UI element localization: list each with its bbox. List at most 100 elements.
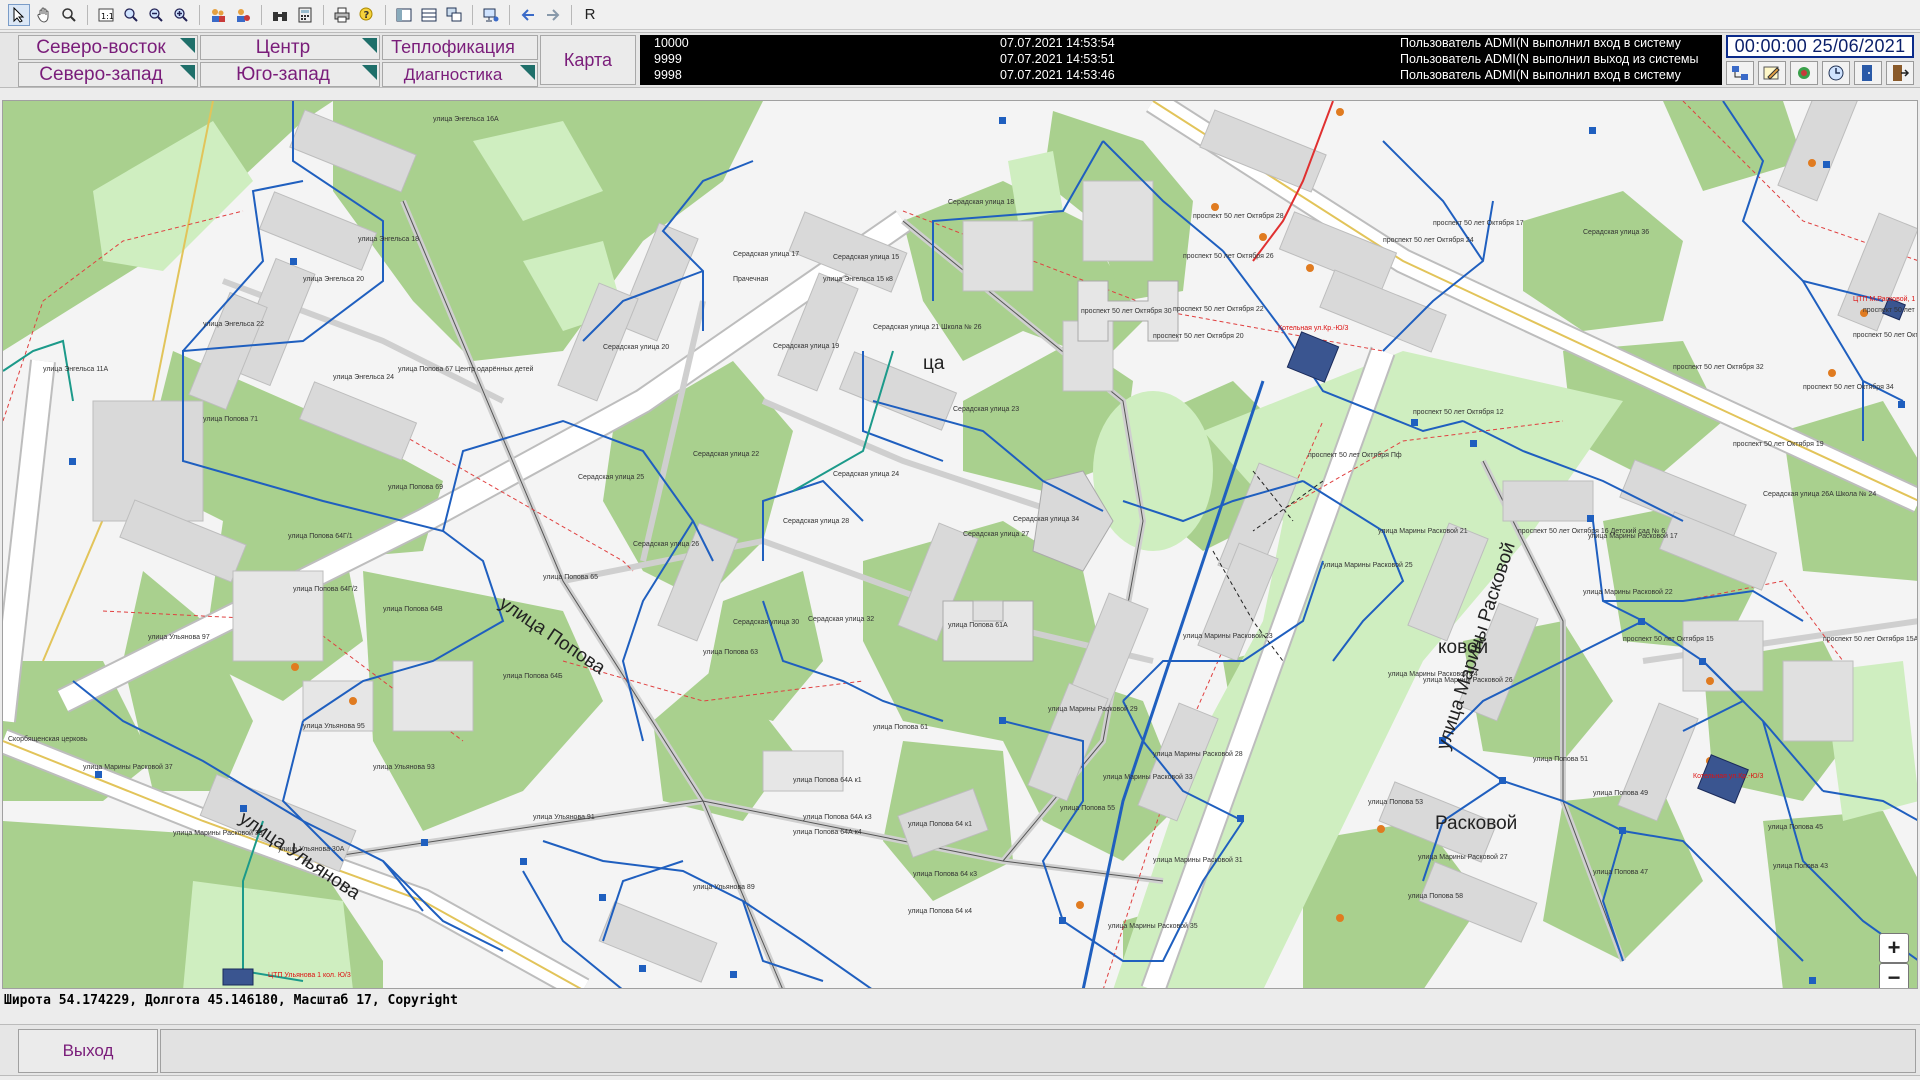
- user-settings-icon[interactable]: [232, 4, 254, 26]
- map-building-label: улица Ульянова 89: [693, 884, 755, 891]
- clock-settings-icon[interactable]: [1822, 61, 1850, 85]
- map-building-label: проспект 50 лет Октября Пф: [1308, 451, 1402, 459]
- logout-icon[interactable]: [1886, 61, 1914, 85]
- map-building-label: улица Попова 64Б: [503, 673, 563, 680]
- map-building-label: улица Марины Расковой 33: [1103, 773, 1193, 781]
- log-message: Пользователь ADMI(N выполнил вход в сист…: [1400, 68, 1681, 82]
- map-building-label: улица Попова 67 Центр одарённых детей: [398, 365, 533, 373]
- log-id: 10000: [654, 36, 689, 50]
- map-building-label: улица Попова 64Г/2: [293, 586, 358, 593]
- toolbar-separator: [261, 4, 262, 25]
- layout-panel-icon[interactable]: [393, 4, 415, 26]
- map-building-label: Серадская улица 34: [1013, 516, 1079, 523]
- map-building-label: Серадская улица 26: [633, 541, 699, 548]
- map-button[interactable]: Карта: [540, 35, 636, 85]
- map-building-label: проспект 50 лет Октября 18: [1863, 306, 1918, 314]
- map-building-label: улица Марины Расковой 17: [1588, 532, 1678, 540]
- map-building-label: Серадская улица 19: [773, 343, 839, 350]
- nav-southwest-button[interactable]: Юго-запад: [200, 62, 380, 87]
- nav-center-button[interactable]: Центр: [200, 35, 380, 60]
- map-building-label: проспект 50 лет Октября 28: [1193, 212, 1284, 220]
- calculator-icon[interactable]: [294, 4, 316, 26]
- street-label-fragment: ца: [923, 353, 945, 374]
- map-building-label: улица Попова 58: [1408, 893, 1463, 900]
- zoom-extent-icon[interactable]: [120, 4, 142, 26]
- map-building-label: улица Попова 64А к4: [793, 829, 862, 836]
- map-building-label: улица Попова 43: [1773, 863, 1828, 870]
- arrow-forward-icon[interactable]: [542, 4, 564, 26]
- corner-triangle-icon: [180, 38, 195, 53]
- map-building-label: Серадская улица 28: [783, 518, 849, 525]
- nav-northwest-label: Северо-запад: [39, 63, 163, 85]
- toolbar-separator: [571, 4, 572, 25]
- map-building-label: улица Энгельса 16А: [433, 116, 499, 123]
- map-view[interactable]: улица Энгельса 18 улица Энгельса 20 улица …: [2, 100, 1918, 989]
- map-building-label: улица Энгельса 15 к8: [823, 276, 893, 283]
- network-icon[interactable]: [1726, 61, 1754, 85]
- bottom-info-field: [160, 1029, 1916, 1073]
- map-building-label: Серадская улица 32: [808, 616, 874, 623]
- door-exit-icon[interactable]: [1854, 61, 1882, 85]
- toolbar-separator: [323, 4, 324, 25]
- system-icon-bar: [1726, 61, 1914, 87]
- help-icon[interactable]: ?: [356, 4, 378, 26]
- printer-icon[interactable]: [331, 4, 353, 26]
- toolbar-separator: [472, 4, 473, 25]
- magnifier-icon[interactable]: [58, 4, 80, 26]
- zoom-in-button[interactable]: +: [1879, 933, 1909, 963]
- nav-heating-button[interactable]: Теплофикация: [382, 35, 538, 60]
- map-building-label: Скорбященская церковь: [8, 735, 88, 743]
- map-building-label: проспект 50 лет Октября 20: [1153, 332, 1244, 340]
- nav-northeast-button[interactable]: Северо-восток: [18, 35, 198, 60]
- map-building-label: Серадская улица 18: [948, 199, 1014, 206]
- monitor-network-icon[interactable]: [480, 4, 502, 26]
- zoom-out-button[interactable]: −: [1879, 963, 1909, 988]
- map-building-label: проспект 50 лет Октября 34: [1803, 383, 1894, 391]
- corner-triangle-icon: [362, 65, 377, 80]
- map-button-label: Карта: [563, 49, 613, 70]
- zoom-out-icon[interactable]: [145, 4, 167, 26]
- toolbar-separator: [199, 4, 200, 25]
- map-canvas[interactable]: улица Энгельса 18 улица Энгельса 20 улица …: [3, 101, 1918, 989]
- map-building-label: улица Попова 49: [1593, 790, 1648, 797]
- pan-hand-icon[interactable]: [33, 4, 55, 26]
- nav-heating-label: Теплофикация: [391, 37, 515, 57]
- map-building-label: проспект 50 лет Октября 12: [1413, 408, 1504, 416]
- nav-diagnostics-button[interactable]: Диагностика: [382, 62, 538, 87]
- binoculars-icon[interactable]: [269, 4, 291, 26]
- r-button[interactable]: R: [579, 4, 601, 26]
- nav-southwest-label: Юго-запад: [236, 63, 330, 85]
- map-facility-label[interactable]: ЦТП Ульянова 1 кол. Ю/3: [268, 972, 351, 979]
- layout-windows-icon[interactable]: [443, 4, 465, 26]
- nav-northeast-label: Северо-восток: [36, 36, 166, 58]
- arrow-back-icon[interactable]: [517, 4, 539, 26]
- log-id: 9998: [654, 68, 682, 82]
- map-building-label: улица Попова 65: [543, 574, 598, 581]
- map-building-label: проспект 50 лет Октября 17: [1433, 219, 1524, 227]
- log-time: 07.07.2021 14:53:46: [1000, 68, 1115, 82]
- map-building-label: Серадская улица 22: [693, 451, 759, 458]
- map-building-label: улица Марины Расковой 31: [1153, 856, 1243, 864]
- map-building-label: улица Энгельса 18: [358, 236, 419, 243]
- recycle-icon[interactable]: [1790, 61, 1818, 85]
- zoom-1to1-icon[interactable]: 1:1: [95, 4, 117, 26]
- user-group-icon[interactable]: [207, 4, 229, 26]
- zoom-in-icon[interactable]: [170, 4, 192, 26]
- exit-button[interactable]: Выход: [18, 1029, 158, 1073]
- map-facility-label[interactable]: Котельная ул.Кр.-Ю/3: [1278, 325, 1348, 332]
- log-id: 9999: [654, 52, 682, 66]
- map-facility-label[interactable]: Котельная ул.Кр.-Ю/3: [1693, 773, 1763, 780]
- nav-northwest-button[interactable]: Северо-запад: [18, 62, 198, 87]
- layout-rows-icon[interactable]: [418, 4, 440, 26]
- map-building-label: Серадская улица 26А Школа № 24: [1763, 491, 1876, 498]
- app-window: 1:1 ? R Северо-восток Центр Теплофикация…: [0, 0, 1920, 1080]
- pointer-tool-icon[interactable]: [8, 3, 30, 26]
- map-facility-label[interactable]: ЦТП М.Расковой, 1: [1853, 295, 1915, 303]
- map-building-label: проспект 50 лет Октября 15А: [1823, 635, 1918, 643]
- map-building-label: улица Попова 47: [1593, 869, 1648, 876]
- log-time: 07.07.2021 14:53:51: [1000, 52, 1115, 66]
- edit-pencil-icon[interactable]: [1758, 61, 1786, 85]
- map-building-label: проспект 50 лет Октября 30: [1081, 307, 1172, 315]
- map-building-label: улица Марины Расковой 23: [1183, 632, 1273, 640]
- map-building-label: Серадская улица 20: [603, 344, 669, 351]
